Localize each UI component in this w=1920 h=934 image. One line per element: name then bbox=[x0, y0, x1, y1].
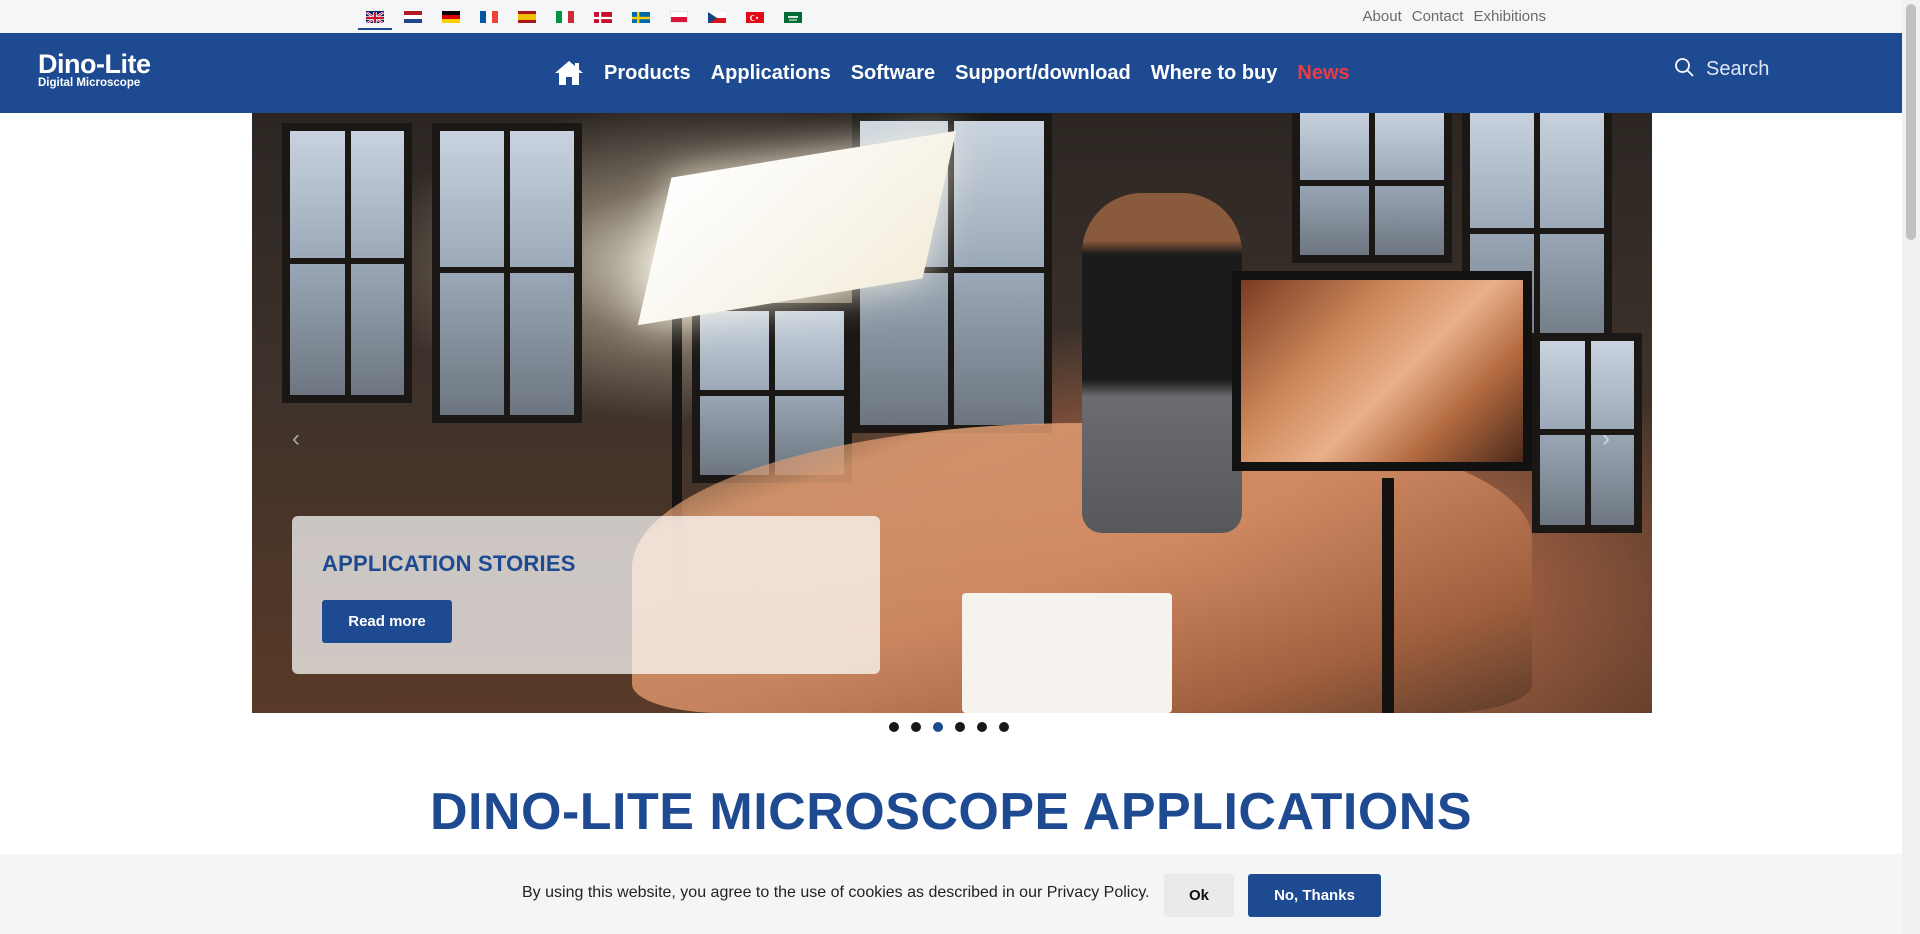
flag-fr[interactable] bbox=[470, 6, 508, 28]
dino-lite-logo[interactable]: Dino-Lite Digital Microscope bbox=[38, 49, 151, 90]
flag-it[interactable] bbox=[546, 6, 584, 28]
monitor-screen bbox=[1241, 280, 1523, 462]
monitor-graphic bbox=[1232, 271, 1532, 471]
slider-dot[interactable] bbox=[955, 722, 965, 732]
nav-support-download[interactable]: Support/download bbox=[955, 62, 1131, 85]
search-box bbox=[1674, 57, 1866, 82]
top-links: About Contact Exhibitions bbox=[1363, 8, 1546, 25]
foam-block-graphic bbox=[962, 593, 1172, 713]
flag-uk[interactable] bbox=[356, 6, 394, 30]
read-more-button[interactable]: Read more bbox=[322, 600, 452, 643]
window-graphic bbox=[282, 123, 412, 403]
top-utility-bar: About Contact Exhibitions bbox=[0, 0, 1902, 33]
slider-dot-active[interactable] bbox=[933, 722, 943, 732]
slider-dot[interactable] bbox=[977, 722, 987, 732]
nav-software[interactable]: Software bbox=[851, 62, 935, 85]
flag-cz[interactable] bbox=[698, 6, 736, 28]
person-graphic bbox=[1082, 193, 1242, 533]
slider-dot[interactable] bbox=[999, 722, 1009, 732]
main-menu: Products Applications Software Support/d… bbox=[554, 33, 1350, 113]
logo-tagline: Digital Microscope bbox=[38, 77, 141, 89]
slider-dots bbox=[889, 722, 1009, 732]
logo-wordmark: Dino-Lite bbox=[38, 49, 151, 79]
cookie-banner: By using this website, you agree to the … bbox=[0, 854, 1902, 934]
contact-link[interactable]: Contact bbox=[1412, 8, 1464, 25]
main-navbar: Dino-Lite Digital Microscope Products Ap… bbox=[0, 33, 1902, 113]
exhibitions-link[interactable]: Exhibitions bbox=[1473, 8, 1546, 25]
flag-sa[interactable] bbox=[774, 6, 812, 28]
hero-slider: ‹ › APPLICATION STORIES Read more bbox=[252, 113, 1652, 713]
flag-se[interactable] bbox=[622, 6, 660, 28]
slide-caption: APPLICATION STORIES Read more bbox=[292, 516, 880, 674]
cookie-ok-button[interactable]: Ok bbox=[1164, 874, 1234, 917]
nav-where-to-buy[interactable]: Where to buy bbox=[1151, 62, 1278, 85]
flag-es[interactable] bbox=[508, 6, 546, 28]
flag-de[interactable] bbox=[432, 6, 470, 28]
slider-prev-icon[interactable]: ‹ bbox=[292, 425, 308, 453]
home-icon[interactable] bbox=[554, 60, 584, 86]
flag-tr[interactable] bbox=[736, 6, 774, 28]
cookie-text: By using this website, you agree to the … bbox=[522, 884, 1150, 901]
nav-news[interactable]: News bbox=[1297, 62, 1349, 85]
cookie-no-thanks-button[interactable]: No, Thanks bbox=[1248, 874, 1381, 917]
slide-caption-title: APPLICATION STORIES bbox=[322, 551, 576, 576]
window-graphic bbox=[1532, 333, 1642, 533]
page-title: DINO-LITE MICROSCOPE APPLICATIONS bbox=[429, 783, 1473, 841]
nav-products[interactable]: Products bbox=[604, 62, 691, 85]
flag-dk[interactable] bbox=[584, 6, 622, 28]
scrollbar-thumb[interactable] bbox=[1906, 4, 1916, 240]
window-graphic bbox=[1292, 113, 1452, 263]
language-flags bbox=[356, 6, 812, 30]
slider-next-icon[interactable]: › bbox=[1602, 425, 1618, 453]
flag-pl[interactable] bbox=[660, 6, 698, 28]
about-link[interactable]: About bbox=[1363, 8, 1402, 25]
slider-dot[interactable] bbox=[911, 722, 921, 732]
search-icon[interactable] bbox=[1674, 57, 1694, 82]
window-graphic bbox=[432, 123, 582, 423]
monitor-stand-graphic bbox=[1382, 478, 1394, 713]
flag-nl[interactable] bbox=[394, 6, 432, 28]
page-scrollbar[interactable] bbox=[1902, 0, 1920, 934]
slider-dot[interactable] bbox=[889, 722, 899, 732]
nav-applications[interactable]: Applications bbox=[711, 62, 831, 85]
search-input[interactable] bbox=[1706, 58, 1866, 81]
